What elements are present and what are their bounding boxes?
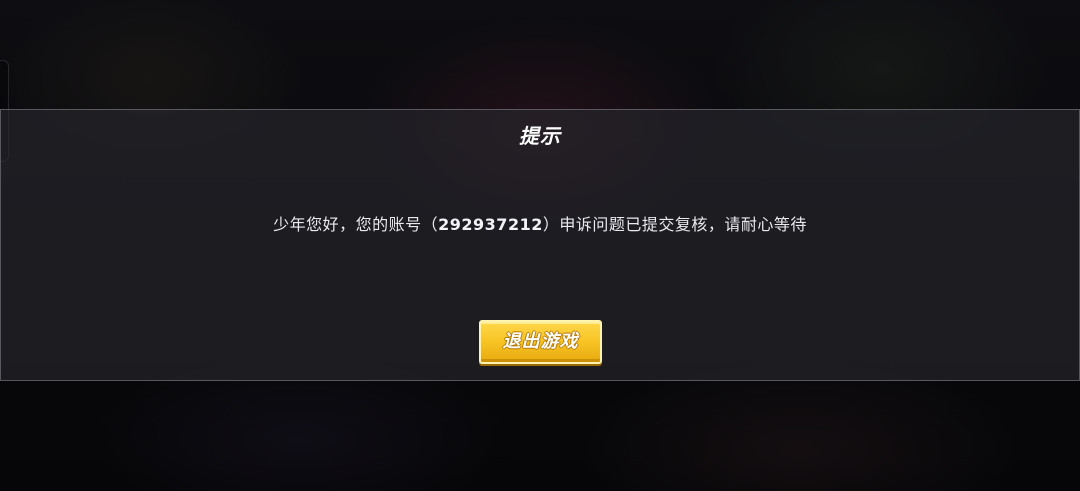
message-prefix: 少年您好，您的账号（ (273, 215, 439, 234)
dialog-message: 少年您好，您的账号（292937212）申诉问题已提交复核，请耐心等待 (1, 211, 1079, 235)
exit-game-button[interactable]: 退出游戏 (479, 320, 602, 364)
notice-dialog: 提示 少年您好，您的账号（292937212）申诉问题已提交复核，请耐心等待 退… (0, 109, 1080, 381)
account-id: 292937212 (438, 215, 543, 234)
dialog-title: 提示 (519, 124, 561, 148)
message-suffix: ）申诉问题已提交复核，请耐心等待 (542, 215, 807, 234)
